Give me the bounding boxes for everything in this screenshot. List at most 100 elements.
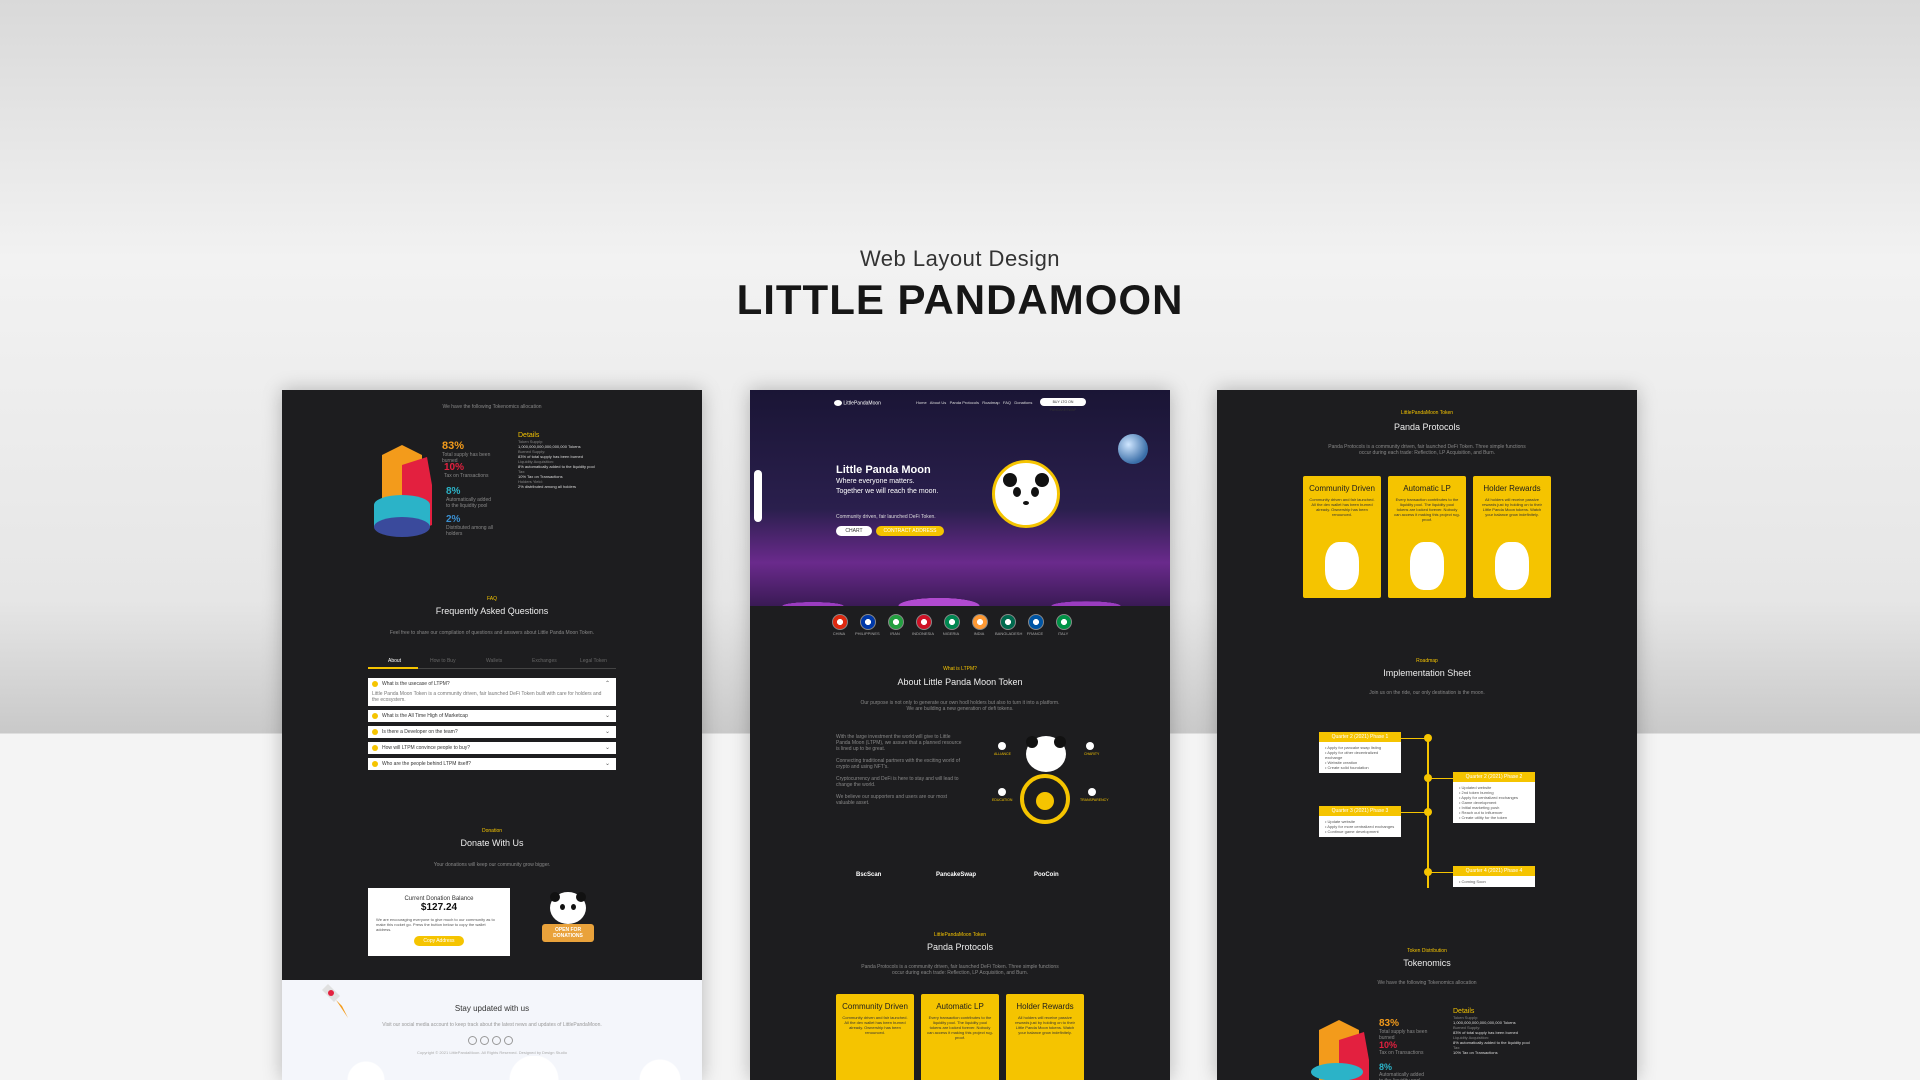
pct1-block: 83% Total supply has been burned [442,440,492,464]
about-paragraphs: With the large investment the world will… [836,734,966,812]
faq-item[interactable]: How will LTPM convince people to buy? ⌄ [368,742,616,754]
chevron-up-icon: ⌃ [604,681,610,687]
moon-globe-icon [1118,434,1148,464]
faq-item-open[interactable]: What is the usecase of LTPM? ⌃ Little Pan… [368,678,616,706]
copyright: Copyright © 2021 LittlePandaMoon. All Ri… [417,1050,567,1055]
pct1-block: 83% Total supply has been burned [1379,1018,1429,1041]
pct1: 83% [1379,1018,1400,1029]
phase-title: Quarter 2 (2021) Phase 2 [1453,772,1535,782]
protocol-card-lp: Automatic LP Every transaction contribut… [1388,476,1466,598]
details-title: Details [518,432,540,439]
roadmap-phase-2: Quarter 2 (2021) Phase 2 • Updated websi… [1453,772,1535,823]
about-title: About Little Panda Moon Token [897,677,1023,687]
pct2: 10% [1379,1040,1398,1050]
about-para: Cryptocurrency and DeFi is here to stay … [836,776,959,788]
protocol-card-lp: Automatic LP Every transaction contribut… [921,994,999,1080]
detail-value: 10% Tax on Transactions [1453,1050,1498,1055]
telegram-icon[interactable] [504,1036,513,1045]
protocol-card-rewards: Holder Rewards All holders will receive … [1006,994,1084,1080]
faq-question-3: Is there a Developer on the team? [382,729,458,735]
twitter-icon[interactable] [492,1036,501,1045]
phase-item: • Continue game development [1325,829,1379,834]
flag-icon [860,614,876,630]
hero-line2: Together we will reach the moon. [836,488,939,495]
protocols-intro: Panda Protocols is a community driven, f… [861,964,1059,976]
faq-tab-about[interactable]: About [388,658,401,664]
nav-logo[interactable]: LittlePandaMoon [834,400,881,406]
roadmap-kicker: Roadmap [1416,658,1438,664]
protocols-kicker: LittlePandaMoon Token [1400,410,1454,416]
nav-item-protocols[interactable]: Panda Protocols [950,400,979,405]
faq-item[interactable]: What is the All Time High of Marketcap ⌄ [368,710,616,722]
facebook-icon[interactable] [468,1036,477,1045]
card-title: Automatic LP [936,1002,984,1011]
pct2-block: 10% Tax on Transactions [444,462,494,479]
pct4-label: Distributed among all holders [446,525,493,537]
phase-item: • Coming Soon [1459,879,1486,884]
flag-icon [888,614,904,630]
pct4: 2% [446,514,461,525]
buy-button[interactable]: BUY LTO ON PANCAKESWAP [1040,398,1086,412]
faq-tab-exchanges[interactable]: Exchanges [532,658,557,664]
flag-label: ITALY [1057,631,1069,636]
hero-sub: Community driven, fair launched DeFi Tok… [836,514,936,520]
contract-address-button[interactable]: CONTRACT ADDRESS [876,526,944,536]
nav-item-roadmap[interactable]: Roadmap [982,400,999,405]
pct1: 83% [442,440,465,452]
tokenomics-intro: We have the following Tokenomics allocat… [442,404,542,410]
flag-icon [1000,614,1016,630]
chart-button[interactable]: CHART [836,526,872,536]
chevron-down-icon: ⌄ [604,761,610,767]
faq-tab-legal-token[interactable]: Legal Token [580,658,607,664]
tokenomics-details: Details Token Supply: 1,000,000,000,000,0… [518,432,618,489]
protocol-card-community: Community Driven Community driven and fa… [1303,476,1381,598]
card-text: Every transaction contributes to the liq… [1394,497,1460,522]
partner-bscscan[interactable]: BscScan [856,872,881,878]
nav-item-home[interactable]: Home [916,400,927,405]
card-text: Every transaction contributes to the liq… [927,1015,993,1040]
hero-clouds [750,560,1170,606]
donate-intro: Your donations will keep our community g… [433,862,551,868]
nav-item-faq[interactable]: FAQ [1003,400,1011,405]
charity-icon [1086,742,1094,750]
donation-card: Current Donation Balance $127.24 We are … [368,888,510,956]
flag-icon [916,614,932,630]
nav-item-about[interactable]: About Us [930,400,946,405]
nav-item-donations[interactable]: Donations [1014,400,1032,405]
faq-tab-how-to-buy[interactable]: How to Buy [430,658,456,664]
faq-question-2: What is the All Time High of Marketcap [382,713,468,719]
partner-poocoin[interactable]: PooCoin [1034,872,1059,878]
chevron-down-icon: ⌄ [604,713,610,719]
panda-illustration [1325,542,1359,590]
faq-question-4: How will LTPM convince people to buy? [382,745,471,751]
phase-items: • Coming Soon [1453,876,1535,887]
copy-address-button[interactable]: Copy Address [414,936,464,946]
phase-items: • Updated website • 2nd token burning • Ap… [1453,782,1535,823]
about-intro: Our purpose is not only to generate our … [860,700,1060,712]
faq-tab-wallets[interactable]: Wallets [486,658,502,664]
protocols-title: Panda Protocols [1393,422,1461,432]
pct3-block: 8% Automatically added to the liquidity … [446,486,496,509]
card-title: Holder Rewards [1016,1002,1074,1011]
tokenomics-title: Tokenomics [1403,958,1451,968]
partner-pancakeswap[interactable]: PancakeSwap [936,872,976,878]
about-para: We believe our supporters and users are … [836,794,948,806]
about-para: With the large investment the world will… [836,734,962,752]
donation-panda: OPEN FOR DONATIONS [540,890,596,952]
mockup-right: LittlePandaMoon Token Panda Protocols Pa… [1217,390,1637,1080]
donation-sign: OPEN FOR DONATIONS [542,924,594,942]
page-title: LITTLE PANDAMOON [736,276,1184,323]
instagram-icon[interactable] [480,1036,489,1045]
faq-item[interactable]: Who are the people behind LTPM itself? ⌄ [368,758,616,770]
alliance-icon [998,742,1006,750]
nav-menu: Home About Us Panda Protocols Roadmap FA… [916,400,1032,405]
flag-label: INDIA [973,631,985,636]
protocols-kicker: LittlePandaMoon Token [933,932,987,938]
card-text: All holders will receive passive rewards… [1482,497,1542,517]
flag-label: IRAN [890,631,900,636]
faq-item[interactable]: Is there a Developer on the team? ⌄ [368,726,616,738]
details-list: Token Supply: 1,000,000,000,000,000,000 T… [518,439,618,489]
label-education: EDUCATION [992,798,1013,802]
donate-title: Donate With Us [460,838,524,848]
faq-kicker: FAQ [486,596,497,602]
